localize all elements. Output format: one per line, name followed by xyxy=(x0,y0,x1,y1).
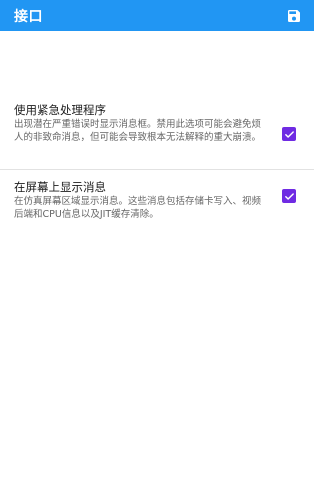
app-title: 接口 xyxy=(14,8,43,25)
setting-show-on-screen-messages[interactable]: 在屏幕上显示消息 在仿真屏幕区域显示消息。这些消息包括存储卡写入、视频后端和CP… xyxy=(0,170,314,230)
check-icon xyxy=(284,192,294,200)
save-button[interactable] xyxy=(285,7,303,25)
settings-list: 使用紧急处理程序 出现潜在严重错误时显示消息框。禁用此选项可能会避免烦人的非致命… xyxy=(0,98,314,230)
setting-description: 出现潜在严重错误时显示消息框。禁用此选项可能会避免烦人的非致命消息，但可能会导致… xyxy=(14,119,262,143)
setting-title: 使用紧急处理程序 xyxy=(14,103,106,117)
on-screen-messages-checkbox[interactable] xyxy=(282,189,296,203)
panic-handlers-checkbox[interactable] xyxy=(282,127,296,141)
setting-title: 在屏幕上显示消息 xyxy=(14,180,106,194)
save-icon xyxy=(288,9,300,22)
app-bar: 接口 xyxy=(0,0,314,31)
setting-description: 在仿真屏幕区域显示消息。这些消息包括存储卡写入、视频后端和CPU信息以及JIT缓… xyxy=(14,196,262,220)
setting-use-panic-handlers[interactable]: 使用紧急处理程序 出现潜在严重错误时显示消息框。禁用此选项可能会避免烦人的非致命… xyxy=(0,102,314,169)
check-icon xyxy=(284,130,294,138)
